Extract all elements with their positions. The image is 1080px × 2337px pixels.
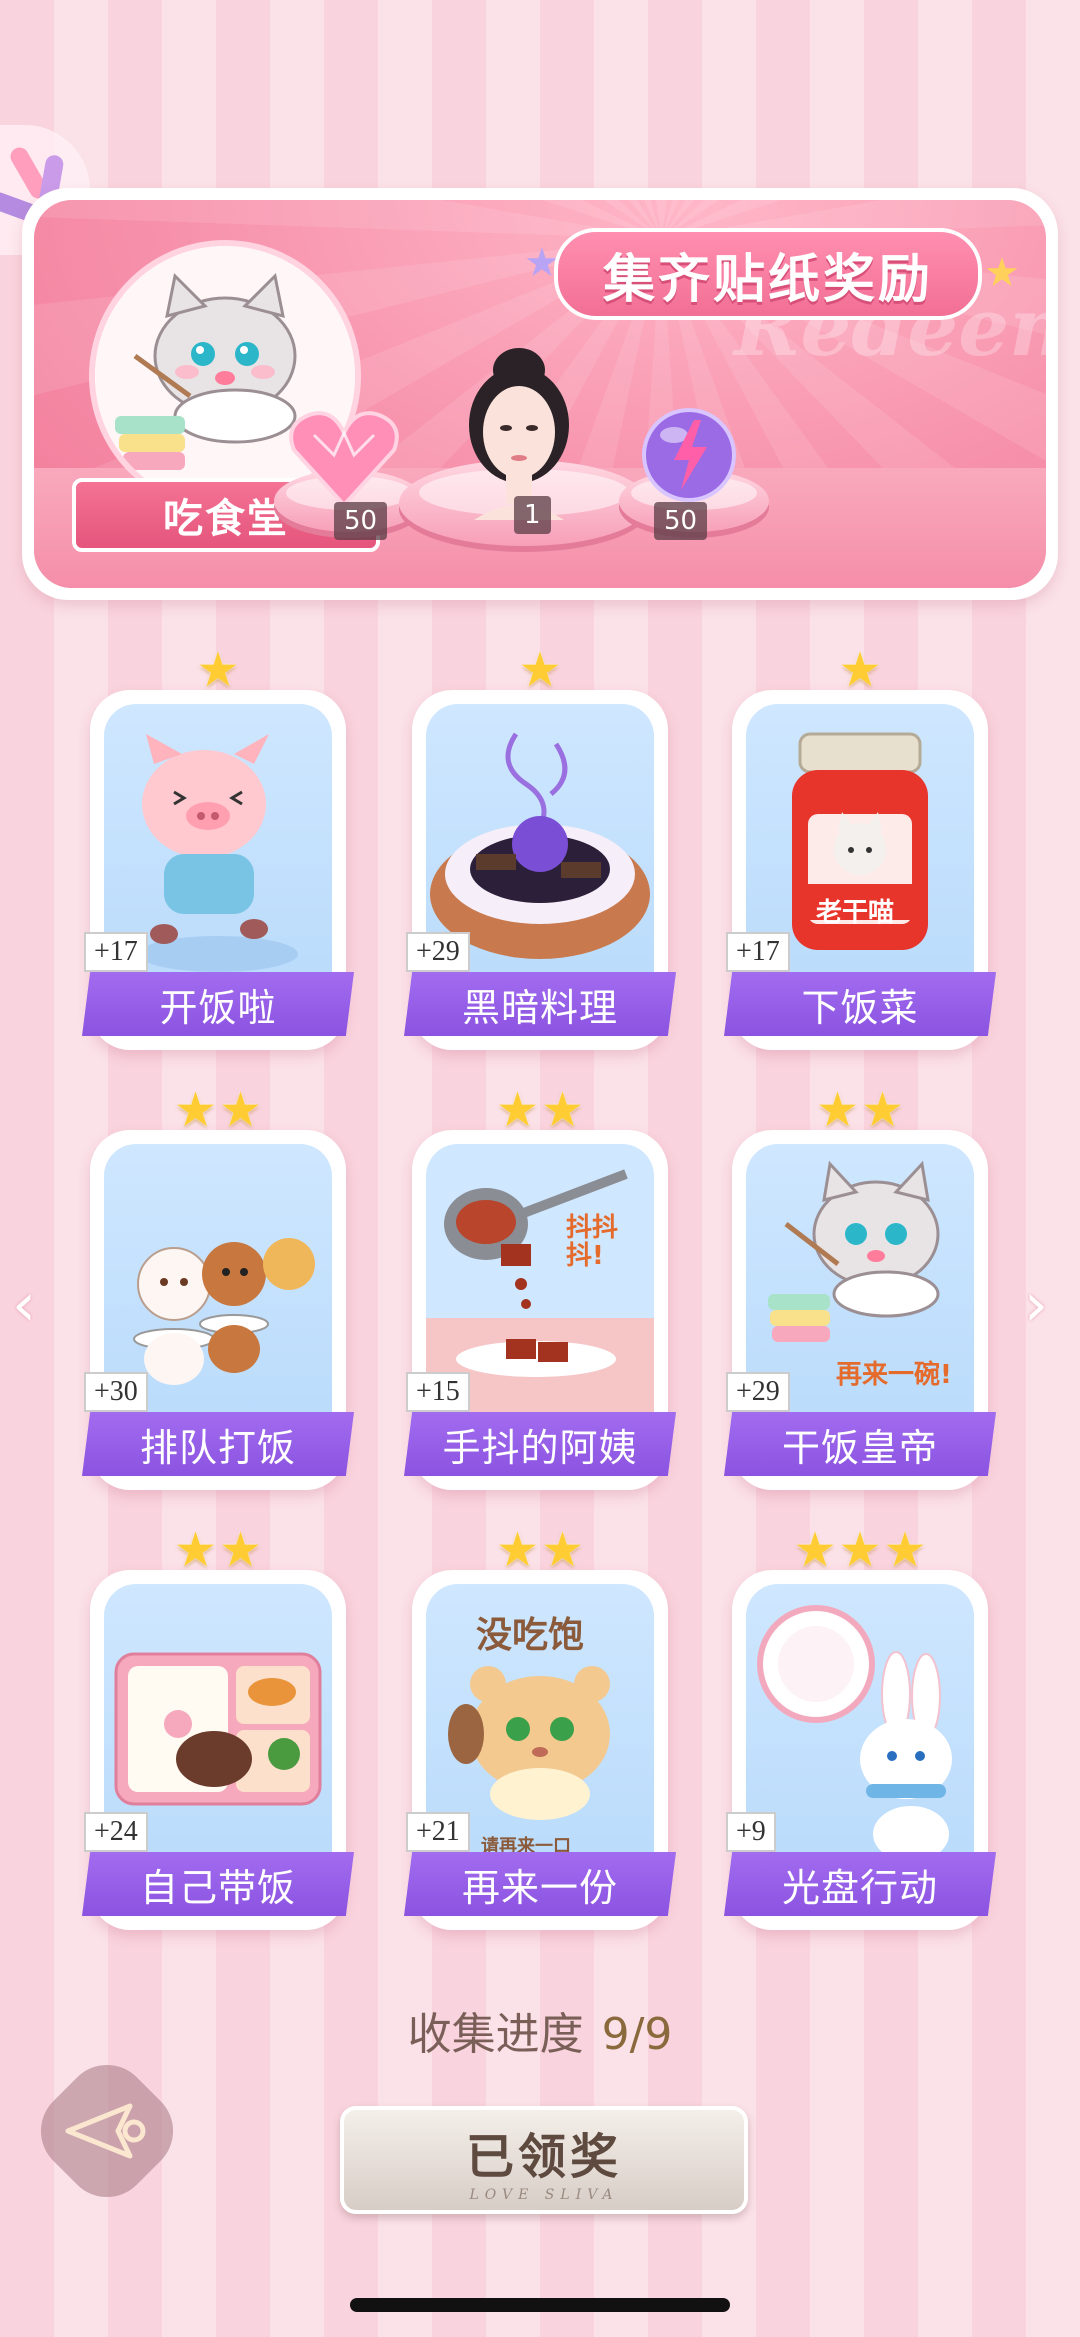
sticker-score: +17 <box>726 932 790 972</box>
star-icon: ★ <box>883 1522 927 1578</box>
sticker-name: 干饭皇帝 <box>724 1412 996 1476</box>
sticker-score: +30 <box>84 1372 148 1412</box>
sticker-card[interactable]: ★ 黑暗料理 +29 <box>404 642 676 1050</box>
star-rating: ★ ★ <box>412 1082 668 1138</box>
sticker-score: +15 <box>406 1372 470 1412</box>
star-icon: ★ <box>861 1082 905 1138</box>
star-rating: ★ ★ <box>90 1082 346 1138</box>
claimed-button-label: 已领奖 <box>465 2129 622 2185</box>
star-rating: ★ ★ <box>732 1082 988 1138</box>
sticker-score: +21 <box>406 1812 470 1852</box>
purple-lightning-orb-icon <box>642 408 736 502</box>
sticker-name: 开饭啦 <box>82 972 354 1036</box>
hungry-caption: 没吃饱 <box>476 1615 585 1656</box>
star-icon: ★ <box>838 1522 882 1578</box>
sticker-name: 排队打饭 <box>82 1412 354 1476</box>
sticker-name: 黑暗料理 <box>404 972 676 1036</box>
character-portrait-icon <box>469 348 569 520</box>
star-rating: ★ ★ ★ <box>732 1522 988 1578</box>
sticker-card[interactable]: ★ ★ 没吃饱 请再来一口 再来一份 +21 <box>404 1522 676 1930</box>
reward-count: 50 <box>654 502 708 540</box>
pink-heart-gem-icon <box>289 411 399 508</box>
star-icon: ★ <box>495 1522 539 1578</box>
star-icon: ★ <box>815 1082 859 1138</box>
star-icon: ★ <box>518 642 562 698</box>
star-rating: ★ <box>732 642 988 698</box>
star-rating: ★ ★ <box>412 1522 668 1578</box>
jar-label: 老干喵 <box>816 898 895 928</box>
banner-title: 集齐贴纸奖励 <box>554 228 982 320</box>
reward-count: 1 <box>514 496 551 534</box>
eat-more-caption: 再来一碗! <box>836 1360 952 1390</box>
next-page-arrow-icon[interactable]: › <box>1024 1270 1048 1340</box>
reward-count: 50 <box>334 502 388 540</box>
sticker-card[interactable]: ★ ★ 自己带饭 +24 <box>82 1522 354 1930</box>
star-decoration-icon: ★ <box>984 250 1020 296</box>
sticker-name: 自己带饭 <box>82 1852 354 1916</box>
progress-value: 9/9 <box>601 2009 673 2060</box>
claimed-button[interactable]: 已领奖 LOVE SLIVA <box>340 2106 748 2214</box>
sticker-score: +29 <box>726 1372 790 1412</box>
sticker-card[interactable]: ★ ★ ★ 光盘行动 +9 <box>724 1522 996 1930</box>
star-icon: ★ <box>196 642 240 698</box>
sticker-score: +29 <box>406 932 470 972</box>
star-icon: ★ <box>495 1082 539 1138</box>
star-icon: ★ <box>541 1522 585 1578</box>
home-indicator[interactable] <box>350 2298 730 2312</box>
prev-page-arrow-icon[interactable]: ‹ <box>12 1270 36 1340</box>
bunny-plate-icon <box>757 1605 952 1862</box>
star-icon: ★ <box>793 1522 837 1578</box>
sticker-name: 手抖的阿姨 <box>404 1412 676 1476</box>
star-icon: ★ <box>219 1082 263 1138</box>
sticker-name: 下饭菜 <box>724 972 996 1036</box>
sticker-card[interactable]: ★ ★ 抖抖抖! 手抖的阿姨 +15 <box>404 1082 676 1490</box>
sticker-card[interactable]: ★ ★ 排队打饭 +30 <box>82 1082 354 1490</box>
sticker-card[interactable]: ★ ★ 再来一碗! 干饭皇帝 +29 <box>724 1082 996 1490</box>
collection-progress: 收集进度 9/9 <box>0 1998 1080 2062</box>
star-rating: ★ ★ <box>90 1522 346 1578</box>
progress-label: 收集进度 <box>407 2009 584 2060</box>
star-rating: ★ <box>412 642 668 698</box>
star-icon: ★ <box>219 1522 263 1578</box>
sticker-card[interactable]: ★ 开饭啦 +17 <box>82 642 354 1050</box>
claimed-button-subtitle: LOVE SLIVA <box>469 2187 619 2203</box>
star-icon: ★ <box>541 1082 585 1138</box>
sticker-score: +17 <box>84 932 148 972</box>
sticker-name: 再来一份 <box>404 1852 676 1916</box>
star-rating: ★ <box>90 642 346 698</box>
sticker-name: 光盘行动 <box>724 1852 996 1916</box>
sticker-score: +24 <box>84 1812 148 1852</box>
star-icon: ★ <box>838 642 882 698</box>
sticker-score: +9 <box>726 1812 776 1852</box>
shake-caption: 抖抖抖! <box>566 1213 619 1271</box>
back-arrow-icon[interactable] <box>60 2100 152 2162</box>
star-icon: ★ <box>173 1082 217 1138</box>
sticker-card[interactable]: ★ 老干喵 下饭菜 +17 <box>724 642 996 1050</box>
star-icon: ★ <box>173 1522 217 1578</box>
collection-reward-banner: Redeem ★ ★ 集齐贴纸奖励 吃食堂 <box>22 188 1058 600</box>
